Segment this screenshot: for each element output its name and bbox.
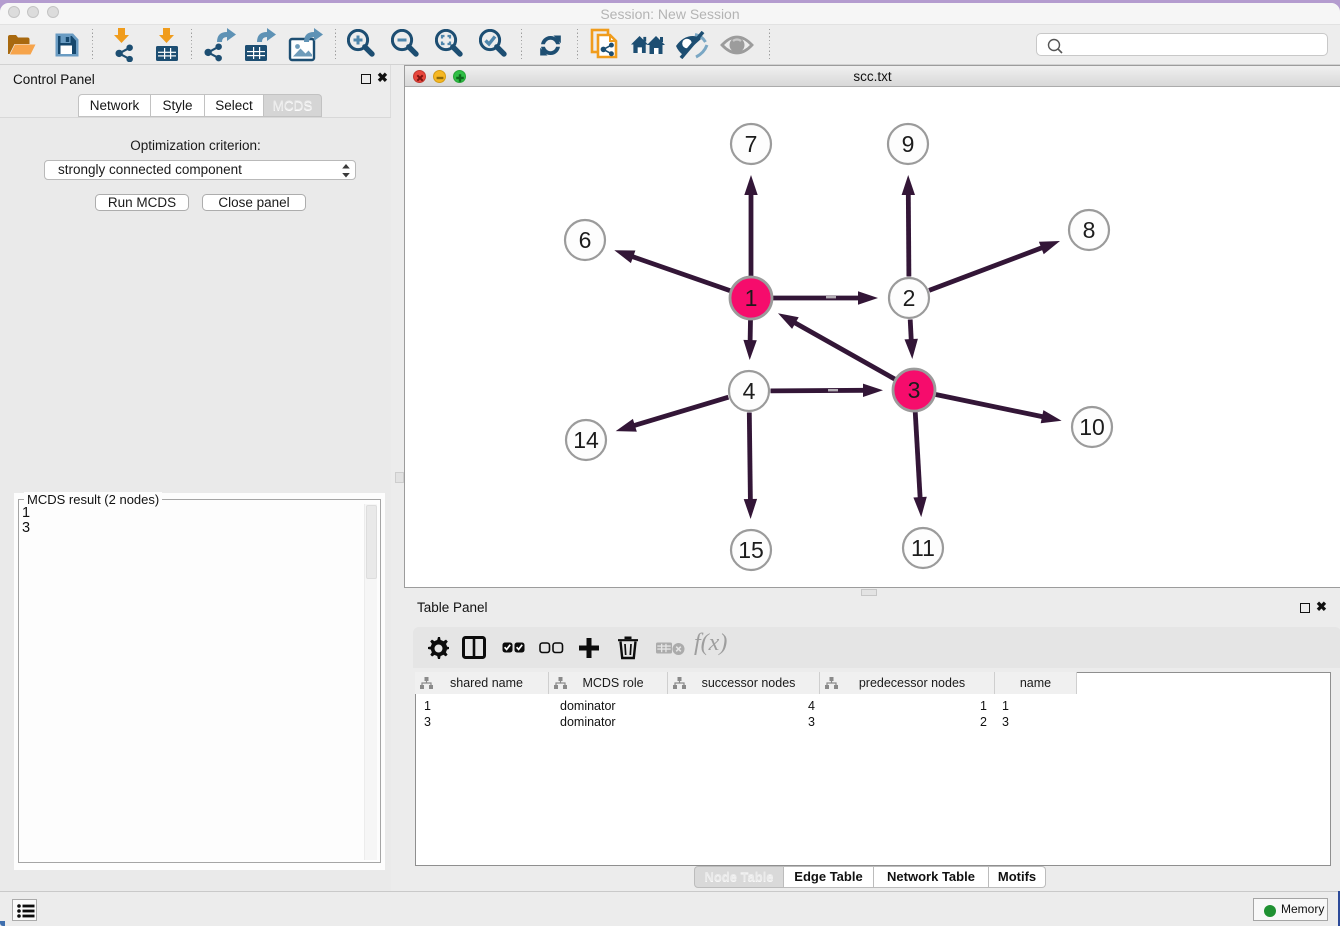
svg-text:8: 8 [1083, 217, 1096, 243]
svg-text:9: 9 [902, 131, 915, 157]
svg-text:7: 7 [745, 131, 758, 157]
svg-text:2: 2 [903, 285, 916, 311]
svg-text:15: 15 [738, 537, 764, 563]
svg-text:6: 6 [579, 227, 592, 253]
svg-text:3: 3 [908, 377, 921, 403]
svg-text:10: 10 [1079, 414, 1105, 440]
svg-text:14: 14 [573, 427, 599, 453]
svg-text:1: 1 [745, 285, 758, 311]
svg-text:11: 11 [911, 535, 935, 561]
svg-text:4: 4 [743, 378, 756, 404]
